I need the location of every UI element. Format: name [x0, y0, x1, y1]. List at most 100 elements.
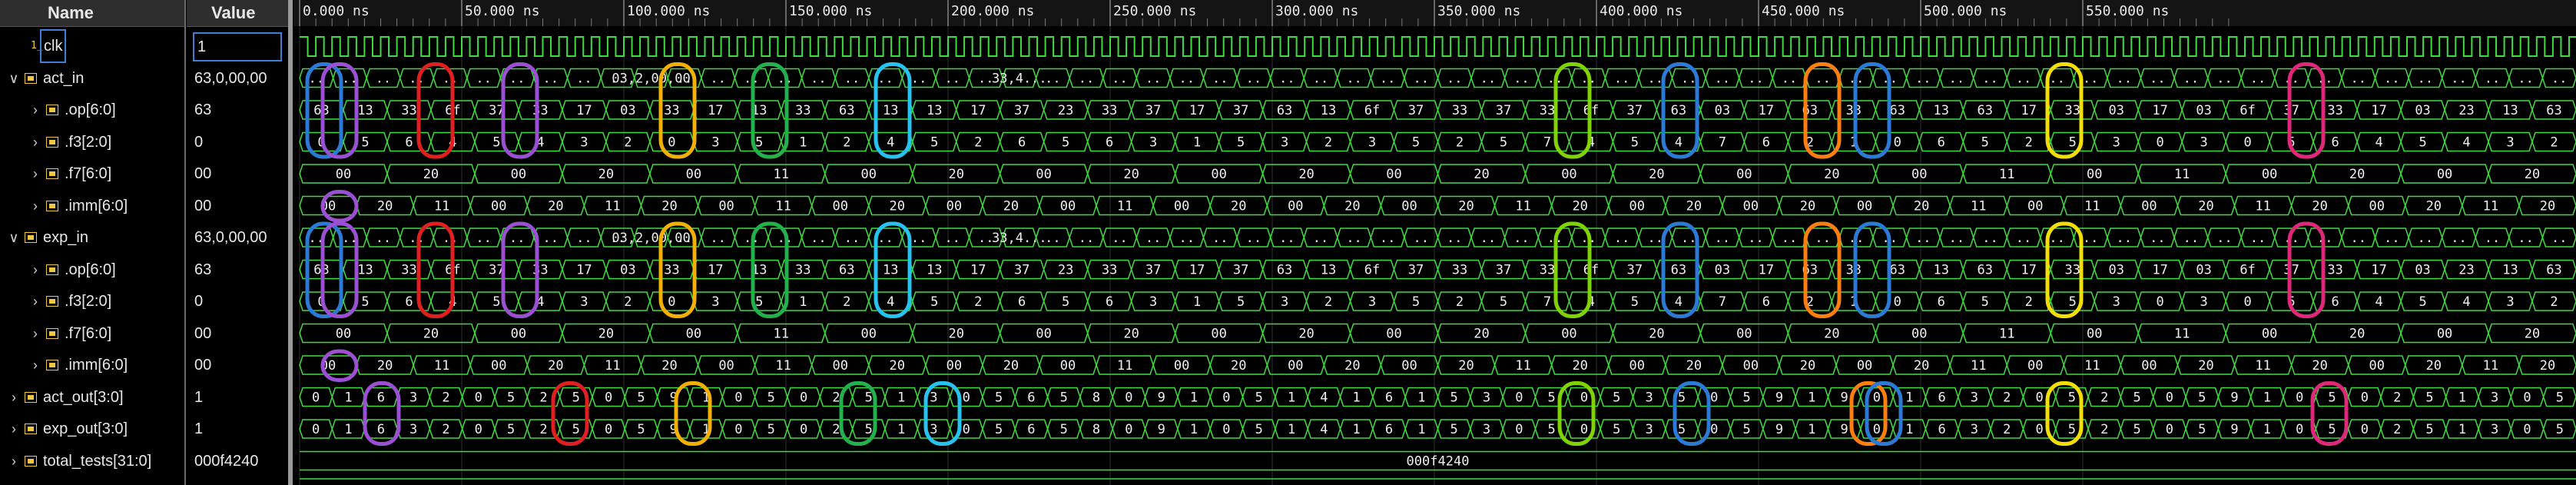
exp-in-imm-waveform[interactable]: 00 20 11 00 20 11 20 00 11 00 20 00 20 00 11 00 20 00 20 00…	[299, 355, 2576, 375]
bus-value-label: 63	[1890, 263, 1905, 278]
waveform-canvas[interactable]: 0.000 ns 50.000 ns 100.000 ns 150.000 ns 200…	[293, 0, 2576, 485]
expand-chevron-down-icon[interactable]: ∨	[8, 63, 20, 94]
bus-value-label: 5	[2556, 422, 2564, 437]
signal-name-label: .f7[6:0]	[65, 165, 112, 182]
bus-value-label: 11	[774, 167, 789, 182]
bus-value-label: 6	[1027, 390, 1035, 406]
act-in-f7-waveform[interactable]: 00 20 00 20 00 11 00 20 00 20 00 20 00 20 00 20 00 20 00 11…	[299, 164, 2576, 184]
expand-chevron-right-icon[interactable]: ›	[29, 127, 41, 158]
signal-row-exp_in_f3[interactable]: › .f3[2:0]	[0, 286, 184, 317]
expand-chevron-right-icon[interactable]: ›	[29, 95, 41, 125]
bus-value-label: 20	[598, 327, 614, 342]
expand-chevron-right-icon[interactable]: ›	[29, 286, 41, 317]
expand-chevron-right-icon[interactable]: ›	[29, 158, 41, 189]
bus-signal-icon	[25, 232, 37, 243]
act-in-imm-waveform[interactable]: 00 20 11 00 20 11 20 00 11 00 20 00 20 00 11 00 20 00 20 00…	[299, 195, 2576, 216]
signal-row-act_in[interactable]: ∨ act_in	[0, 63, 184, 94]
signal-row-exp_out[interactable]: › exp_out[3:0]	[0, 414, 184, 444]
bus-value-label: 13	[927, 103, 942, 118]
waveform-panel[interactable]: 0.000 ns 50.000 ns 100.000 ns 150.000 ns 200…	[293, 0, 2576, 485]
signal-value-cell: 63	[194, 101, 212, 118]
signal-row-exp_in_op[interactable]: › .op[6:0]	[0, 254, 184, 285]
signal-row-exp_in_imm[interactable]: › .imm[6:0]	[0, 350, 184, 380]
bus-value-label: ..	[2049, 231, 2064, 246]
time-tick-label: 400.000 ns	[1600, 3, 1683, 19]
bus-value-label: 00	[718, 358, 734, 374]
bus-value-label: 20	[1824, 167, 1839, 182]
bus-value-label: ..	[576, 231, 592, 246]
signal-row-act_in_f3[interactable]: › .f3[2:0]	[0, 127, 184, 158]
act-in-waveform[interactable]: .................. ..03,2,00,00..........…	[299, 68, 2576, 88]
signal-name-label: clk	[39, 29, 67, 63]
exp-in-f7-waveform[interactable]: 00 20 00 20 00 11 00 20 00 20 00 20 00 20 00 20 00 20 00 11…	[299, 323, 2576, 344]
exp-in-op-waveform[interactable]: 63 13 33 6f 37 33 17 03 33 17 13 33 63 13 13 17 37 23 33 37…	[299, 259, 2576, 280]
bus-value-label: 9	[2230, 390, 2238, 406]
bus-value-label: 20	[1474, 167, 1489, 182]
signal-row-act_out[interactable]: › act_out[3:0]	[0, 382, 184, 413]
act-in-f3-waveform[interactable]: 0564543203512452656315323525745476210652…	[299, 131, 2576, 152]
bus-value-label: 5	[1255, 390, 1263, 406]
bus-value-label: 11	[2174, 327, 2190, 342]
bus-value-label: 63	[1277, 103, 1292, 118]
bus-signal-icon	[46, 296, 58, 307]
expand-chevron-right-icon[interactable]: ›	[29, 254, 41, 285]
bus-value-label: 0	[2157, 135, 2164, 151]
signal-value-edit-field[interactable]: 1	[193, 32, 282, 61]
bus-value-label: 33	[795, 263, 811, 278]
expand-chevron-down-icon[interactable]: ∨	[8, 222, 20, 253]
bus-value-label: 1	[1353, 390, 1361, 406]
bus-value-label: 6f	[2239, 263, 2255, 278]
signal-row-total_tests[interactable]: › total_tests[31:0]	[0, 446, 184, 477]
signal-row-clk[interactable]: 1̲ clk	[0, 29, 184, 63]
bus-value-label: 63	[2546, 103, 2561, 118]
signal-row-exp_in_f7[interactable]: › .f7[6:0]	[0, 318, 184, 349]
bus-value-label: ..	[710, 71, 725, 87]
act-in-op-waveform[interactable]: 63 13 33 6f 37 33 17 03 33 17 13 33 63 13 13 17 37 23 33 37…	[299, 100, 2576, 120]
signal-row-exp_in[interactable]: ∨ exp_in	[0, 222, 184, 253]
bus-value-label: 5	[572, 422, 580, 437]
bus-value-label: 6	[1938, 294, 1945, 310]
bus-value-label: 3	[2113, 294, 2120, 310]
value-column-header[interactable]: Value	[187, 0, 288, 27]
time-tick-label: 450.000 ns	[1762, 3, 1845, 19]
bus-value-label: 20	[1003, 358, 1019, 374]
bus-value-label: 00	[1911, 167, 1927, 182]
bus-value-label: 1	[344, 422, 352, 437]
bus-value-label: 2	[2003, 390, 2011, 406]
expand-chevron-right-icon[interactable]: ›	[8, 414, 20, 444]
bus-value-label: 20	[548, 199, 563, 214]
bus-value-label: 6	[1027, 422, 1035, 437]
bus-value-label: 20	[1649, 327, 1664, 342]
bus-value-label: 20	[2426, 199, 2442, 214]
expand-chevron-right-icon[interactable]: ›	[8, 446, 20, 477]
bus-value-label: 03	[2415, 263, 2430, 278]
bus-value-label: 4	[887, 294, 894, 310]
bus-value-label: ..	[911, 71, 927, 87]
expand-chevron-right-icon[interactable]: ›	[29, 350, 41, 380]
bus-value-label: 5	[1678, 390, 1686, 406]
bus-value-label: 1	[2263, 390, 2271, 406]
expand-chevron-right-icon[interactable]: ›	[29, 191, 41, 221]
signal-row-act_in_imm[interactable]: › .imm[6:0]	[0, 191, 184, 221]
exp-in-waveform[interactable]: .................. ..03,2,00,00..........…	[299, 228, 2576, 247]
expand-chevron-right-icon[interactable]: ›	[29, 318, 41, 349]
bus-value-label: ..	[1715, 71, 1730, 87]
bus-value-label: ..	[811, 231, 826, 246]
bus-value-label: 3	[2200, 294, 2208, 310]
bus-value-label: 5	[1060, 390, 1068, 406]
bus-value-label: ..	[1079, 71, 1094, 87]
exp-in-f3-waveform[interactable]: 0564543203512452656315323525745476210652…	[299, 291, 2576, 311]
expand-chevron-right-icon[interactable]: ›	[8, 382, 20, 413]
act-out-waveform[interactable]: 0163205250591050251305658091051416153050…	[299, 387, 2576, 407]
bus-value-label: 11	[2255, 358, 2270, 374]
signal-row-act_in_f7[interactable]: › .f7[6:0]	[0, 158, 184, 189]
exp-out-waveform[interactable]: 0163205250591050251305658091051416153050…	[299, 419, 2576, 439]
name-column-header[interactable]: Name	[0, 0, 184, 27]
signal-value-panel: Value 1 63,0,00,00 63 0 00 00 63,0,00,00 63 0 00 0…	[187, 0, 293, 485]
signal-row-act_in_op[interactable]: › .op[6:0]	[0, 95, 184, 125]
bus-value-label: 20	[1914, 358, 1929, 374]
bus-value-label: ..	[2016, 71, 2031, 87]
bus-value-label: 1	[1353, 422, 1361, 437]
signal-name-label: exp_in	[43, 229, 88, 246]
bus-value-label: ..	[1480, 231, 1496, 246]
